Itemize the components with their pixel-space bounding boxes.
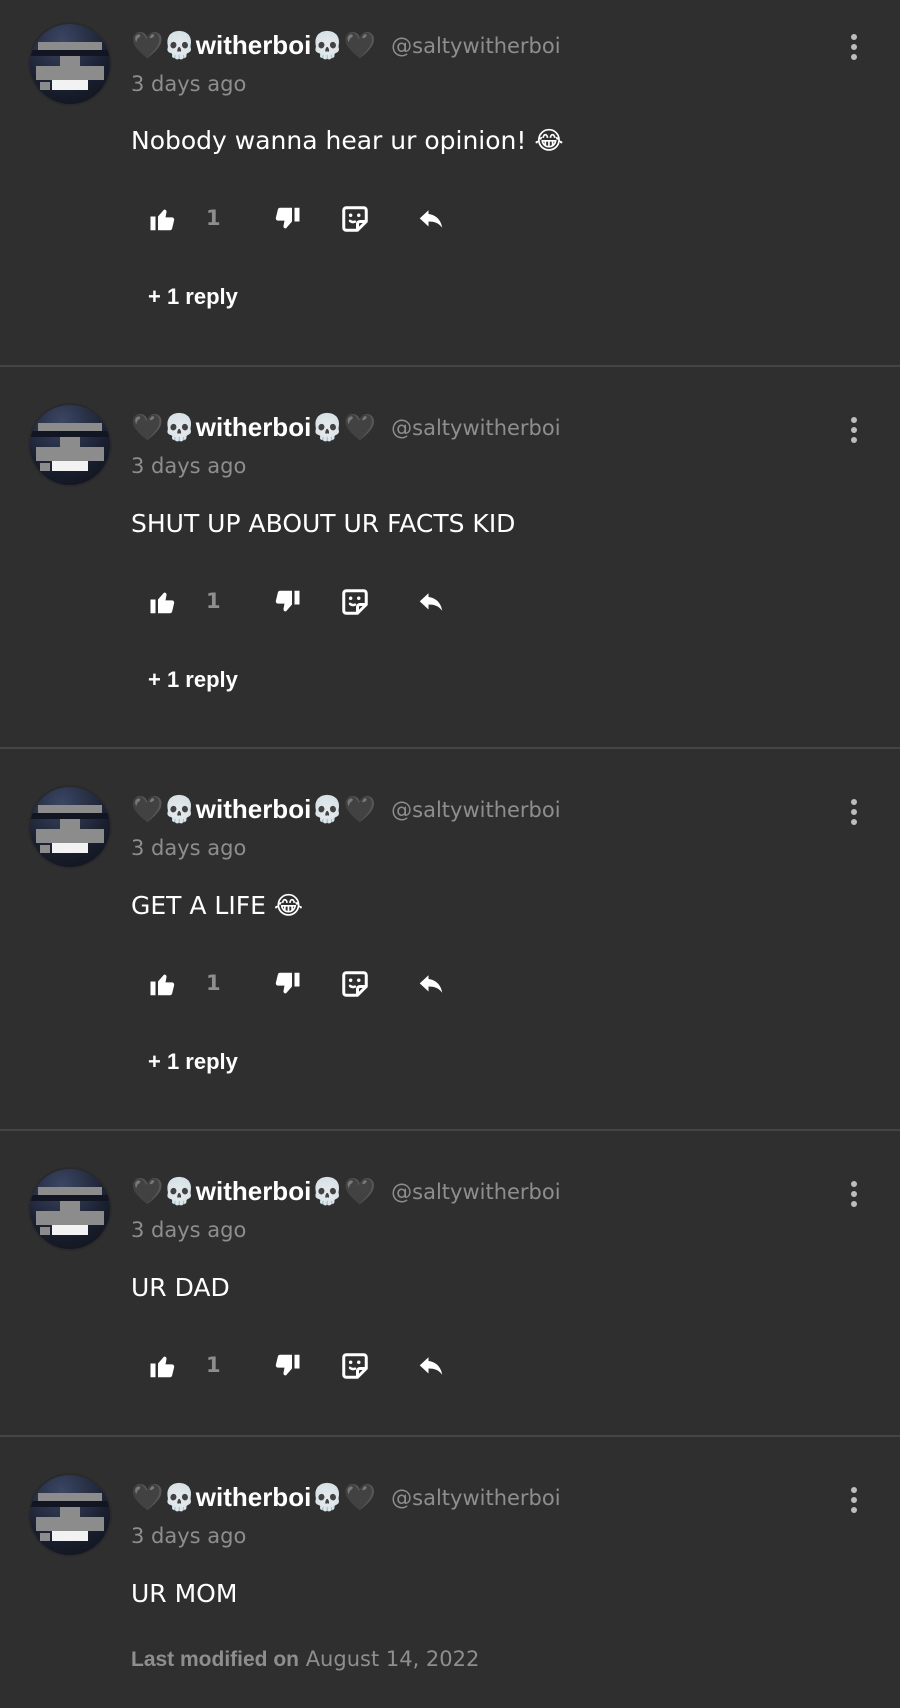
last-modified: Last modified on August 14, 2022 [131, 1647, 479, 1672]
thumbs-down-icon[interactable] [272, 969, 302, 999]
more-vertical-icon[interactable] [848, 417, 860, 447]
comment-timestamp: 3 days ago [131, 72, 247, 96]
sticker-reaction-icon[interactable] [340, 1351, 370, 1381]
sticker-reaction-icon[interactable] [340, 969, 370, 999]
thumbs-up-icon[interactable] [148, 969, 178, 999]
thumbs-up-icon[interactable] [148, 587, 178, 617]
comment-item: 🖤💀witherboi💀🖤 @saltywitherboi 3 days ago… [0, 367, 900, 749]
comment-text: GET A LIFE 😂 [131, 891, 304, 920]
view-replies-button[interactable]: + 1 reply [148, 1049, 238, 1075]
reply-icon[interactable] [416, 1351, 446, 1381]
reply-icon[interactable] [416, 204, 446, 234]
avatar[interactable] [30, 787, 110, 867]
last-modified-label: Last modified on [131, 1648, 299, 1671]
avatar[interactable] [30, 405, 110, 485]
thumbs-up-icon[interactable] [148, 1351, 178, 1381]
thumbs-up-icon[interactable] [148, 204, 178, 234]
thumbs-down-icon[interactable] [272, 587, 302, 617]
comment-text: UR DAD [131, 1273, 230, 1302]
avatar[interactable] [30, 1169, 110, 1249]
sticker-reaction-icon[interactable] [340, 587, 370, 617]
comment-item: 🖤💀witherboi💀🖤 @saltywitherboi 3 days ago… [0, 1437, 900, 1708]
comment-feed: 🖤💀witherboi💀🖤 @saltywitherboi 3 days ago… [0, 0, 900, 1708]
comment-meta: 🖤💀witherboi💀🖤 @saltywitherboi [131, 30, 840, 70]
sticker-reaction-icon[interactable] [340, 204, 370, 234]
user-display-name[interactable]: 🖤💀witherboi💀🖤 [131, 412, 376, 442]
avatar[interactable] [30, 24, 110, 104]
comment-meta: 🖤💀witherboi💀🖤 @saltywitherboi [131, 1482, 840, 1522]
like-count: 1 [206, 1353, 221, 1377]
more-vertical-icon[interactable] [848, 799, 860, 829]
more-vertical-icon[interactable] [848, 34, 860, 64]
comment-meta: 🖤💀witherboi💀🖤 @saltywitherboi [131, 794, 840, 834]
comment-timestamp: 3 days ago [131, 1524, 247, 1548]
like-count: 1 [206, 589, 221, 613]
comment-meta: 🖤💀witherboi💀🖤 @saltywitherboi [131, 412, 840, 452]
comment-text: Nobody wanna hear ur opinion! 😂 [131, 126, 564, 155]
last-modified-date: August 14, 2022 [305, 1647, 480, 1671]
user-handle[interactable]: @saltywitherboi [391, 1180, 560, 1204]
comment-item: 🖤💀witherboi💀🖤 @saltywitherboi 3 days ago… [0, 1131, 900, 1437]
comment-text: UR MOM [131, 1579, 238, 1608]
reply-icon[interactable] [416, 969, 446, 999]
comment-meta: 🖤💀witherboi💀🖤 @saltywitherboi [131, 1176, 840, 1216]
thumbs-down-icon[interactable] [272, 204, 302, 234]
more-vertical-icon[interactable] [848, 1181, 860, 1211]
avatar[interactable] [30, 1475, 110, 1555]
more-vertical-icon[interactable] [848, 1487, 860, 1517]
reply-icon[interactable] [416, 587, 446, 617]
user-display-name[interactable]: 🖤💀witherboi💀🖤 [131, 30, 376, 60]
user-display-name[interactable]: 🖤💀witherboi💀🖤 [131, 1482, 376, 1512]
user-handle[interactable]: @saltywitherboi [391, 34, 560, 58]
comment-text: SHUT UP ABOUT UR FACTS KID [131, 509, 516, 538]
comment-item: 🖤💀witherboi💀🖤 @saltywitherboi 3 days ago… [0, 749, 900, 1131]
view-replies-button[interactable]: + 1 reply [148, 284, 238, 310]
user-handle[interactable]: @saltywitherboi [391, 1486, 560, 1510]
like-count: 1 [206, 971, 221, 995]
comment-item: 🖤💀witherboi💀🖤 @saltywitherboi 3 days ago… [0, 0, 900, 367]
comment-timestamp: 3 days ago [131, 1218, 247, 1242]
comment-timestamp: 3 days ago [131, 454, 247, 478]
thumbs-down-icon[interactable] [272, 1351, 302, 1381]
user-display-name[interactable]: 🖤💀witherboi💀🖤 [131, 1176, 376, 1206]
like-count: 1 [206, 206, 221, 230]
view-replies-button[interactable]: + 1 reply [148, 667, 238, 693]
user-handle[interactable]: @saltywitherboi [391, 416, 560, 440]
user-handle[interactable]: @saltywitherboi [391, 798, 560, 822]
user-display-name[interactable]: 🖤💀witherboi💀🖤 [131, 794, 376, 824]
comment-timestamp: 3 days ago [131, 836, 247, 860]
